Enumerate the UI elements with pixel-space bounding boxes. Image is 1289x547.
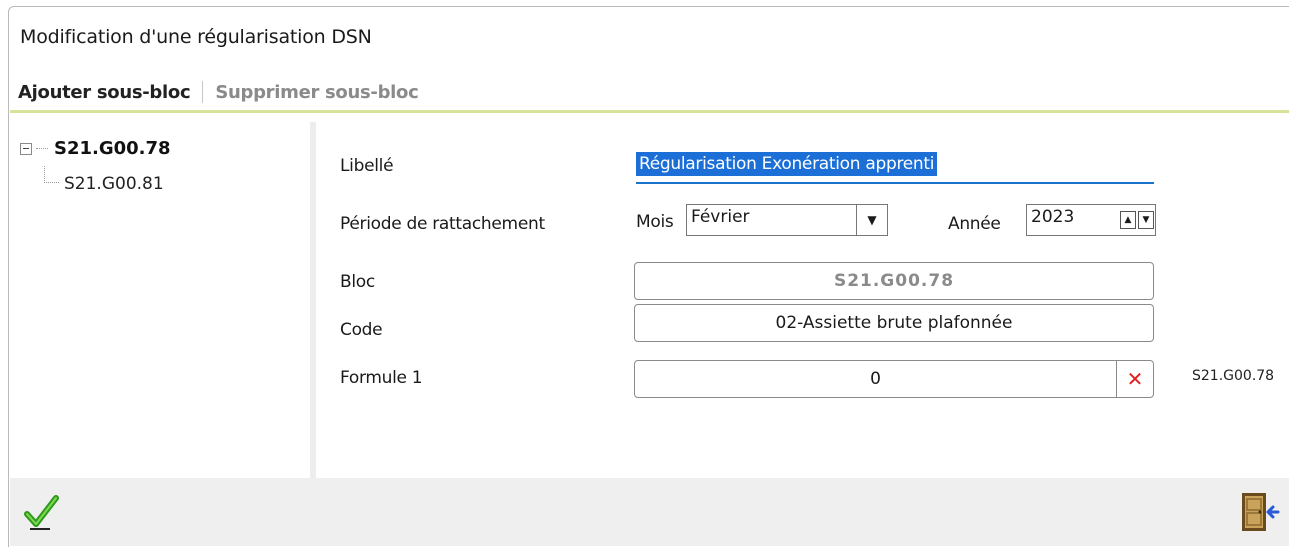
libelle-input[interactable]: Régularisation Exonération apprenti xyxy=(636,146,1154,184)
formule-value: 0 xyxy=(870,369,881,389)
formule-label: Formule 1 xyxy=(340,368,423,388)
bloc-label: Bloc xyxy=(340,272,375,292)
tree-connector xyxy=(36,148,48,149)
spin-down-icon[interactable]: ▼ xyxy=(1138,211,1154,229)
toolbar: Ajouter sous-bloc Supprimer sous-bloc xyxy=(10,74,1289,113)
footer-bar xyxy=(10,478,1289,546)
annee-label: Année xyxy=(948,214,1001,234)
code-label: Code xyxy=(340,320,383,340)
tree-connector xyxy=(44,166,59,183)
tree-node-root[interactable]: S21.G00.78 xyxy=(20,138,171,159)
libelle-label: Libellé xyxy=(340,156,394,176)
tree-node-label: S21.G00.81 xyxy=(64,174,164,194)
spin-up-icon[interactable]: ▲ xyxy=(1120,211,1136,229)
toolbar-separator xyxy=(202,81,204,103)
tree-node-label: S21.G00.78 xyxy=(54,138,171,159)
dropdown-arrow-icon[interactable]: ▼ xyxy=(856,205,887,235)
formule-reference: S21.G00.78 xyxy=(1192,368,1275,384)
door-exit-icon[interactable] xyxy=(1236,490,1280,534)
bloc-field: S21.G00.78 xyxy=(634,262,1154,300)
add-subblock-button[interactable]: Ajouter sous-bloc xyxy=(18,82,191,103)
window-title: Modification d'une régularisation DSN xyxy=(20,26,372,48)
formule-field[interactable]: 0 ✕ xyxy=(634,360,1154,398)
code-field[interactable]: 02-Assiette brute plafonnée xyxy=(634,304,1154,342)
mois-select[interactable]: Février ▼ xyxy=(686,204,888,236)
periode-label: Période de rattachement xyxy=(340,214,545,234)
mois-value: Février xyxy=(691,207,750,227)
form-panel: Libellé Régularisation Exonération appre… xyxy=(316,122,1289,478)
libelle-value: Régularisation Exonération apprenti xyxy=(636,152,938,176)
collapse-icon[interactable] xyxy=(20,142,32,155)
mois-label: Mois xyxy=(636,212,674,232)
checkmark-icon[interactable] xyxy=(24,494,60,532)
delete-subblock-button[interactable]: Supprimer sous-bloc xyxy=(215,82,418,103)
annee-value: 2023 xyxy=(1031,207,1075,227)
annee-stepper[interactable]: 2023 ▲ ▼ xyxy=(1026,204,1156,236)
block-tree: S21.G00.78 S21.G00.81 xyxy=(10,122,316,478)
clear-icon[interactable]: ✕ xyxy=(1116,361,1153,397)
tree-node-child[interactable]: S21.G00.81 xyxy=(64,174,164,194)
